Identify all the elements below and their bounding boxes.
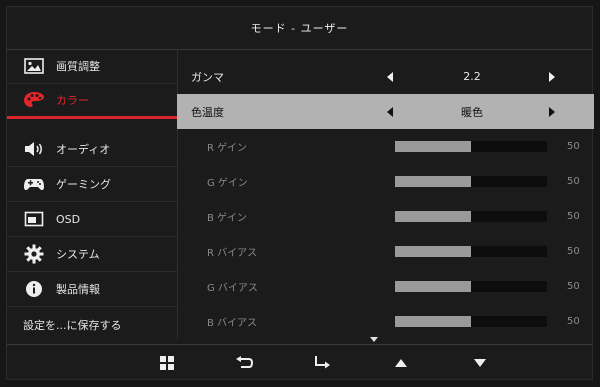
scroll-down-icon[interactable]: [370, 337, 378, 342]
g-bias-row: G バイアス 50: [177, 269, 594, 304]
sidebar-item-label: ゲーミング: [56, 178, 111, 191]
sidebar-item-label: システム: [56, 248, 100, 261]
b-gain-value: 50: [567, 211, 580, 222]
palette-icon: [23, 91, 45, 109]
sidebar-item-color[interactable]: カラー: [7, 84, 177, 119]
speaker-icon: [23, 140, 45, 158]
g-gain-label: G ゲイン: [207, 178, 248, 189]
color-temp-label: 色温度: [191, 105, 224, 119]
g-gain-slider: [395, 176, 547, 187]
settings-panel: ガンマ 2.2 色温度 暖色 R ゲイン 50 G ゲイン 50 B ゲイン 5…: [177, 49, 594, 339]
r-bias-value: 50: [567, 246, 580, 257]
gamepad-icon: [23, 175, 45, 193]
gamma-label: ガンマ: [191, 70, 224, 84]
osd-menu: モード - ユーザー 画質調整 カラー オーディオ ゲーミング OSD システム…: [6, 6, 594, 382]
gear-icon: [23, 244, 45, 264]
sidebar-item-label: 画質調整: [56, 60, 100, 73]
gamma-row[interactable]: ガンマ 2.2: [177, 59, 594, 94]
osd-icon: [23, 210, 45, 228]
bottom-button-bar: [7, 344, 592, 382]
enter-icon[interactable]: [313, 355, 331, 371]
b-bias-slider: [395, 316, 547, 327]
r-gain-row: R ゲイン 50: [177, 129, 594, 164]
color-temp-row[interactable]: 色温度 暖色: [177, 94, 594, 129]
sidebar-item-gaming[interactable]: ゲーミング: [7, 167, 177, 202]
sidebar-item-osd[interactable]: OSD: [7, 202, 177, 237]
sidebar-item-label: オーディオ: [56, 143, 111, 156]
b-gain-row: B ゲイン 50: [177, 199, 594, 234]
gamma-value: 2.2: [463, 70, 481, 83]
save-settings-item[interactable]: 設定を...に保存する: [7, 307, 177, 342]
down-arrow-icon[interactable]: [471, 355, 489, 371]
r-gain-value: 50: [567, 141, 580, 152]
b-gain-label: B ゲイン: [207, 213, 247, 224]
right-arrow-icon[interactable]: [549, 106, 555, 117]
r-gain-label: R ゲイン: [207, 143, 247, 154]
g-gain-value: 50: [567, 176, 580, 187]
r-bias-row: R バイアス 50: [177, 234, 594, 269]
sidebar-item-picture[interactable]: 画質調整: [7, 49, 177, 84]
b-bias-value: 50: [567, 316, 580, 327]
g-gain-row: G ゲイン 50: [177, 164, 594, 199]
right-arrow-icon[interactable]: [549, 71, 555, 82]
up-arrow-icon[interactable]: [392, 355, 410, 371]
g-bias-value: 50: [567, 281, 580, 292]
picture-icon: [23, 57, 45, 75]
sidebar-item-label: 製品情報: [56, 283, 100, 296]
info-icon: [23, 280, 45, 298]
left-arrow-icon[interactable]: [387, 106, 393, 117]
g-bias-label: G バイアス: [207, 283, 258, 294]
sidebar-item-system[interactable]: システム: [7, 237, 177, 272]
save-settings-label: 設定を...に保存する: [23, 318, 122, 332]
r-bias-slider: [395, 246, 547, 257]
b-bias-label: B バイアス: [207, 318, 258, 329]
return-icon[interactable]: [235, 355, 253, 371]
g-bias-slider: [395, 281, 547, 292]
menu-title: モード - ユーザー: [7, 7, 592, 50]
b-bias-row: B バイアス 50: [177, 304, 594, 339]
sidebar-item-info[interactable]: 製品情報: [7, 272, 177, 307]
r-gain-slider: [395, 141, 547, 152]
left-arrow-icon[interactable]: [387, 71, 393, 82]
r-bias-label: R バイアス: [207, 248, 258, 259]
menu-grid-icon[interactable]: [158, 355, 176, 371]
sidebar-item-label: カラー: [56, 94, 89, 107]
sidebar-item-label: OSD: [56, 212, 81, 226]
sidebar-item-audio[interactable]: オーディオ: [7, 132, 177, 167]
color-temp-value: 暖色: [461, 105, 483, 119]
b-gain-slider: [395, 211, 547, 222]
sidebar: 画質調整 カラー オーディオ ゲーミング OSD システム 製品情報 設定を..…: [7, 49, 178, 339]
